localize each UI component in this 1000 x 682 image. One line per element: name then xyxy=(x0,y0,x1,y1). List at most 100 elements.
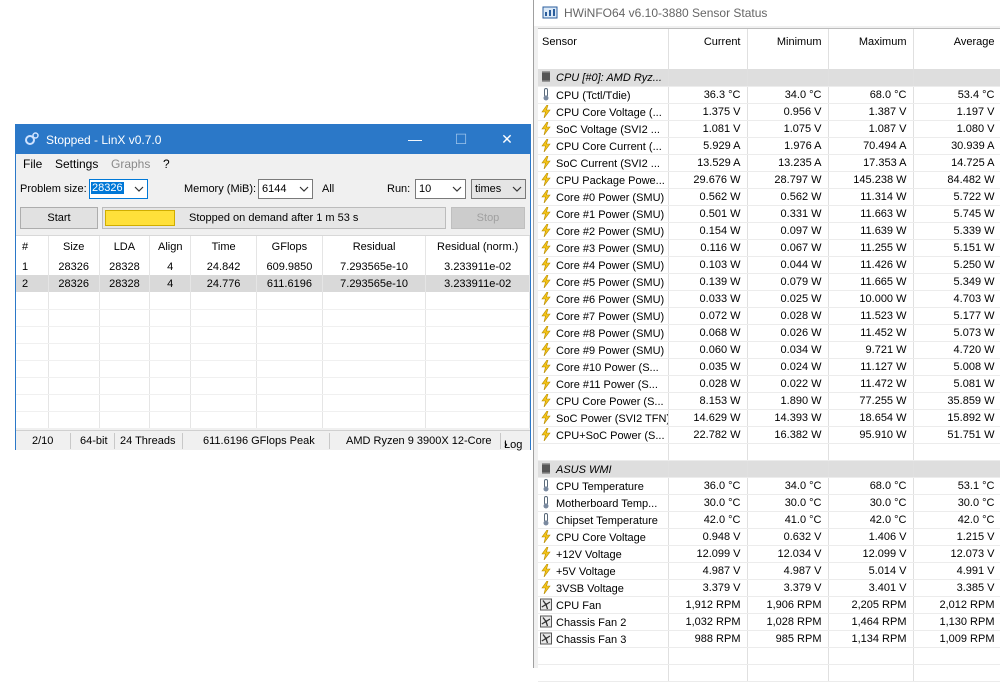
empty-cell xyxy=(538,647,669,665)
sensor-row[interactable]: Core #1 Power (SMU) 0.501 W 0.331 W 11.663 … xyxy=(538,205,1000,223)
menu-graphs[interactable]: Graphs xyxy=(111,157,150,171)
run-unit-combo[interactable]: times xyxy=(471,179,526,199)
maximize-button[interactable]: ☐ xyxy=(438,125,484,154)
stop-button[interactable]: Stop xyxy=(451,207,525,229)
column-header-current[interactable]: Current xyxy=(668,29,748,69)
sensor-row[interactable]: Core #3 Power (SMU) 0.116 W 0.067 W 11.255 … xyxy=(538,239,1000,257)
column-header-sensor[interactable]: Sensor xyxy=(538,29,669,69)
column-header-average[interactable]: Average xyxy=(913,29,1000,69)
sensor-row[interactable]: Core #11 Power (S... 0.028 W 0.022 W 11.472… xyxy=(538,375,1000,393)
close-button[interactable]: ✕ xyxy=(484,125,530,154)
column-header-maximum[interactable]: Maximum xyxy=(828,29,914,69)
all-label[interactable]: All xyxy=(322,183,334,195)
sensor-row[interactable]: Core #5 Power (SMU) 0.139 W 0.079 W 11.665 … xyxy=(538,273,1000,291)
sensor-value-avg: 4.720 W xyxy=(913,341,1000,359)
sensor-row[interactable]: Core #10 Power (S... 0.035 W 0.024 W 11.127… xyxy=(538,358,1000,376)
sensor-group-row[interactable]: CPU [#0]: AMD Ryz... xyxy=(538,69,1000,87)
menu-file[interactable]: File xyxy=(23,157,42,171)
sensor-row[interactable]: CPU Core Voltage 0.948 V 0.632 V 1.406 V 1.2… xyxy=(538,528,1000,546)
sensor-row[interactable]: Chassis Fan 2 1,032 RPM 1,028 RPM 1,464 RPM… xyxy=(538,613,1000,631)
sensor-value-min: 1,028 RPM xyxy=(747,613,829,631)
empty-cell xyxy=(99,343,151,361)
sensor-row[interactable]: Core #9 Power (SMU) 0.060 W 0.034 W 9.721 W… xyxy=(538,341,1000,359)
table-row[interactable]: 2 28326 28328 4 24.776 611.6196 7.293565e-10 3.… xyxy=(16,275,530,292)
sensor-row[interactable]: Core #2 Power (SMU) 0.154 W 0.097 W 11.639 … xyxy=(538,222,1000,240)
column-header[interactable]: Align xyxy=(149,236,192,258)
sensor-row[interactable]: Core #4 Power (SMU) 0.103 W 0.044 W 11.426 … xyxy=(538,256,1000,274)
sensor-row[interactable]: Core #7 Power (SMU) 0.072 W 0.028 W 11.523 … xyxy=(538,307,1000,325)
sensor-row[interactable]: CPU Core Power (S... 8.153 W 1.890 W 77.255… xyxy=(538,392,1000,410)
sensor-row[interactable]: CPU Package Powe... 29.676 W 28.797 W 145.2… xyxy=(538,171,1000,189)
sensor-value-max: 11.426 W xyxy=(828,256,914,274)
column-header[interactable]: Time xyxy=(190,236,258,258)
menu-help[interactable]: ? xyxy=(163,157,170,171)
sensor-value-avg: 5.722 W xyxy=(913,188,1000,206)
table-cell: 24.776 xyxy=(190,275,258,292)
empty-cell xyxy=(149,343,192,361)
sensor-row[interactable]: +12V Voltage 12.099 V 12.034 V 12.099 V 12.0… xyxy=(538,545,1000,563)
empty-cell xyxy=(149,292,192,310)
empty-cell xyxy=(48,377,100,395)
sensor-row[interactable]: Core #8 Power (SMU) 0.068 W 0.026 W 11.452 … xyxy=(538,324,1000,342)
column-header[interactable]: LDA xyxy=(99,236,151,258)
empty-cell xyxy=(16,343,49,361)
hwinfo-window-title: HWiNFO64 v6.10-3880 Sensor Status xyxy=(564,6,768,20)
sensor-name: Core #9 Power (SMU) xyxy=(556,344,665,357)
sensor-row[interactable]: Chipset Temperature 42.0 °C 41.0 °C 42.0 °C… xyxy=(538,511,1000,529)
sensor-name-cell: Core #6 Power (SMU) xyxy=(538,290,669,308)
sensor-row[interactable]: CPU Temperature 36.0 °C 34.0 °C 68.0 °C 53.1… xyxy=(538,477,1000,495)
linx-statusbar: 2/10 64-bit 24 Threads 611.6196 GFlops P… xyxy=(16,430,530,451)
minimize-button[interactable]: — xyxy=(392,125,438,154)
problem-size-combo[interactable]: 28326 xyxy=(89,179,148,199)
sensor-row[interactable]: CPU Fan 1,912 RPM 1,906 RPM 2,205 RPM 2,012 … xyxy=(538,596,1000,614)
linx-titlebar[interactable]: Stopped - LinX v0.7.0 — ☐ ✕ xyxy=(16,125,530,154)
column-header-minimum[interactable]: Minimum xyxy=(747,29,829,69)
sensor-value-avg: 4.991 V xyxy=(913,562,1000,580)
empty-cell xyxy=(190,411,258,429)
sensor-name-cell: Core #4 Power (SMU) xyxy=(538,256,669,274)
start-button[interactable]: Start xyxy=(20,207,98,229)
sensor-value-min: 13.235 A xyxy=(747,154,829,172)
table-cell: 7.293565e-10 xyxy=(322,275,427,292)
table-row[interactable]: 1 28326 28328 4 24.842 609.9850 7.293565e-10 3.… xyxy=(16,258,530,275)
sensor-row[interactable]: Motherboard Temp... 30.0 °C 30.0 °C 30.0 °C… xyxy=(538,494,1000,512)
sensor-value-min: 14.393 W xyxy=(747,409,829,427)
empty-cell xyxy=(828,69,914,87)
empty-cell xyxy=(16,394,49,412)
menu-settings[interactable]: Settings xyxy=(55,157,98,171)
sensor-value-avg: 5.008 W xyxy=(913,358,1000,376)
sensor-name-cell: Core #7 Power (SMU) xyxy=(538,307,669,325)
sensor-row[interactable]: CPU+SoC Power (S... 22.782 W 16.382 W 95.91… xyxy=(538,426,1000,444)
sensor-row[interactable]: SoC Voltage (SVI2 ... 1.081 V 1.075 V 1.087… xyxy=(538,120,1000,138)
sensor-row[interactable]: Chassis Fan 3 988 RPM 985 RPM 1,134 RPM 1,00… xyxy=(538,630,1000,648)
sensor-row[interactable]: CPU Core Current (... 5.929 A 1.976 A 70.49… xyxy=(538,137,1000,155)
column-header[interactable]: Residual (norm.) xyxy=(425,236,530,258)
sensor-value-cur: 8.153 W xyxy=(668,392,748,410)
sensor-table-panel[interactable]: Sensor Current Minimum Maximum Average C… xyxy=(538,28,1000,682)
column-header[interactable]: GFlops xyxy=(256,236,323,258)
sensor-group-row[interactable]: ASUS WMI xyxy=(538,460,1000,478)
sensor-row[interactable]: SoC Power (SVI2 TFN) 14.629 W 14.393 W 18.6… xyxy=(538,409,1000,427)
sensor-row[interactable]: CPU Core Voltage (... 1.375 V 0.956 V 1.387… xyxy=(538,103,1000,121)
results-table[interactable]: # Size LDA Align Time GFlops Residual Residual … xyxy=(16,235,530,429)
sensor-name-cell: Core #9 Power (SMU) xyxy=(538,341,669,359)
sensor-value-max: 2,205 RPM xyxy=(828,596,914,614)
sensor-row[interactable]: Core #6 Power (SMU) 0.033 W 0.025 W 10.000 … xyxy=(538,290,1000,308)
sensor-row[interactable]: 3VSB Voltage 3.379 V 3.379 V 3.401 V 3.385 V xyxy=(538,579,1000,597)
memory-combo[interactable]: 6144 xyxy=(258,179,313,199)
column-header[interactable]: Residual xyxy=(322,236,427,258)
sensor-value-max: 11.639 W xyxy=(828,222,914,240)
sensor-row[interactable]: Core #0 Power (SMU) 0.562 W 0.562 W 11.314 … xyxy=(538,188,1000,206)
run-count-combo[interactable]: 10 xyxy=(415,179,466,199)
sensor-row[interactable]: CPU (Tctl/Tdie) 36.3 °C 34.0 °C 68.0 °C 53.4… xyxy=(538,86,1000,104)
empty-cell xyxy=(322,292,427,310)
empty-cell xyxy=(16,360,49,378)
sensor-name-cell: Chassis Fan 2 xyxy=(538,613,669,631)
sensor-row[interactable]: SoC Current (SVI2 ... 13.529 A 13.235 A 17.… xyxy=(538,154,1000,172)
sensor-value-max: 11.663 W xyxy=(828,205,914,223)
column-header[interactable]: # xyxy=(16,236,49,258)
sensor-row[interactable]: +5V Voltage 4.987 V 4.987 V 5.014 V 4.991 V xyxy=(538,562,1000,580)
hwinfo-titlebar[interactable]: HWiNFO64 v6.10-3880 Sensor Status xyxy=(534,0,1000,26)
lightning-bolt-icon xyxy=(541,291,551,305)
column-header[interactable]: Size xyxy=(48,236,100,258)
